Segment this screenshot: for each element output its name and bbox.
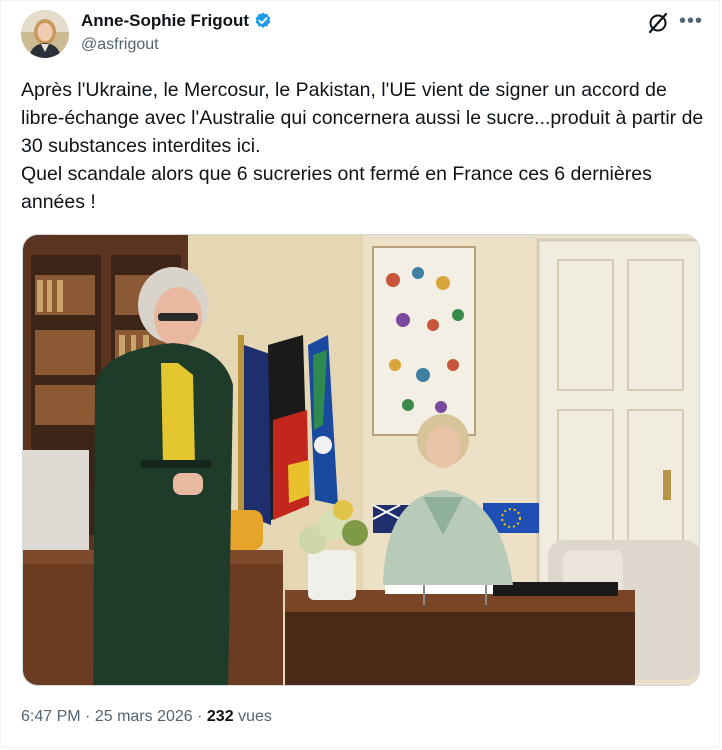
views-count[interactable]: 232	[207, 708, 234, 725]
author-name-row[interactable]: Anne-Sophie Frigout	[81, 11, 273, 31]
tweet-time[interactable]: 6:47 PM	[21, 708, 81, 725]
more-options-icon[interactable]: •••	[677, 9, 705, 33]
tweet-text-line: Après l'Ukraine, le Mercosur, le Pakista…	[21, 79, 704, 157]
tweet-text-line: Quel scandale alors que 6 sucreries ont …	[21, 163, 652, 213]
tweet-photo[interactable]	[22, 234, 700, 686]
tweet-meta: 6:47 PM · 25 mars 2026 · 232 vues	[21, 708, 272, 726]
tweet-date[interactable]: 25 mars 2026	[95, 708, 193, 725]
tweet-text: Après l'Ukraine, le Mercosur, le Pakista…	[21, 76, 711, 216]
grok-icon[interactable]	[646, 11, 670, 35]
tweet-card: Anne-Sophie Frigout @asfrigout ••• Après…	[0, 0, 720, 748]
author-name[interactable]: Anne-Sophie Frigout	[81, 11, 249, 31]
meta-separator: ·	[197, 708, 203, 725]
author-handle[interactable]: @asfrigout	[81, 36, 159, 54]
verified-badge-icon	[255, 12, 271, 28]
views-label[interactable]: vues	[238, 708, 272, 725]
avatar[interactable]	[21, 10, 69, 58]
meta-separator: ·	[85, 708, 91, 725]
